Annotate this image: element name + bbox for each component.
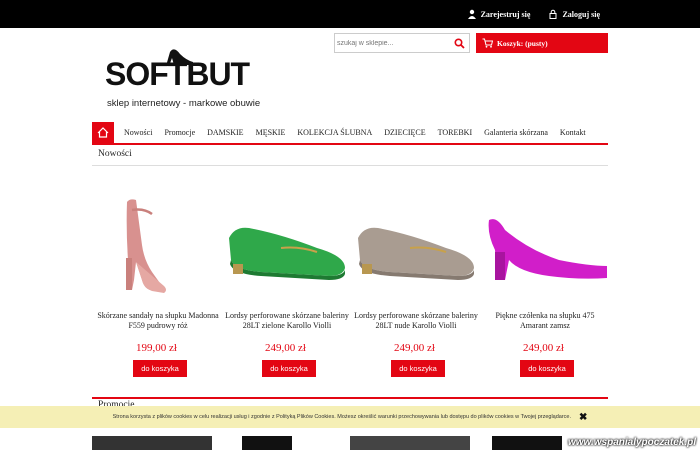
nav-item-meskie[interactable]: MĘSKIE [250, 128, 292, 137]
nav-item-galanteria[interactable]: Galanteria skórzana [478, 128, 554, 137]
cart-icon [482, 38, 493, 48]
home-icon [97, 127, 109, 138]
cookie-banner: Strona korzysta z plików cookies w celu … [0, 406, 700, 428]
product-card: Skórzane sandały na słupku Madonna F559 … [92, 180, 221, 385]
search-input[interactable] [337, 36, 447, 50]
product-card: Piękne czółenka na słupku 475 Amarant za… [479, 180, 608, 385]
product-card: Lordsy perforowane skórzane baleriny 28L… [221, 180, 350, 385]
nav-item-promocje[interactable]: Promocje [158, 128, 201, 137]
product-name[interactable]: Lordsy perforowane skórzane baleriny 28L… [225, 311, 349, 331]
product-name[interactable]: Skórzane sandały na słupku Madonna F559 … [96, 311, 220, 331]
search-icon[interactable] [454, 38, 465, 49]
product-image-magenta-pump[interactable] [479, 190, 608, 300]
account-links: Zarejestruj się Zaloguj się [467, 0, 600, 28]
product-price: 249,00 zł [265, 342, 306, 354]
cookie-text: Strona korzysta z plików cookies w celu … [112, 414, 572, 420]
logo-text: SOFTBUT [105, 56, 250, 92]
add-to-cart-button[interactable]: do koszyka [391, 360, 445, 377]
login-link[interactable]: Zaloguj się [548, 9, 600, 19]
lock-icon [549, 9, 557, 19]
product-name[interactable]: Piękne czółenka na słupku 475 Amarant za… [483, 311, 607, 331]
promo-products-preview [92, 436, 562, 450]
product-card: Lordsy perforowane skórzane baleriny 28L… [350, 180, 479, 385]
user-icon [467, 9, 476, 19]
nav-item-damskie[interactable]: DAMSKIE [201, 128, 249, 137]
product-name[interactable]: Lordsy perforowane skórzane baleriny 28L… [354, 311, 478, 331]
add-to-cart-button[interactable]: do koszyka [133, 360, 187, 377]
top-bar: Zarejestruj się Zaloguj się [0, 0, 700, 28]
register-link[interactable]: Zarejestruj się [467, 9, 531, 19]
login-label: Zaloguj się [562, 9, 600, 19]
nav-item-nowosci[interactable]: Nowości [118, 128, 158, 137]
logo[interactable]: SOFTBUT sklep internetowy - markowe obuw… [105, 44, 275, 114]
register-label: Zarejestruj się [480, 9, 531, 19]
product-list: Skórzane sandały na słupku Madonna F559 … [92, 180, 608, 385]
product-price: 249,00 zł [523, 342, 564, 354]
main-nav: Nowości Promocje DAMSKIE MĘSKIE KOLEKCJA… [92, 122, 608, 145]
product-price: 199,00 zł [136, 342, 177, 354]
product-image-sandal[interactable] [92, 190, 221, 300]
nav-item-torebki[interactable]: TOREBKI [432, 128, 479, 137]
nav-item-kolekcja-slubna[interactable]: KOLEKCJA ŚLUBNA [291, 128, 378, 137]
watermark: www.wspanialypoczatek.pl [568, 437, 696, 448]
add-to-cart-button[interactable]: do koszyka [262, 360, 316, 377]
nav-item-dzieciece[interactable]: DZIECIĘCE [378, 128, 431, 137]
search-box [334, 33, 470, 53]
product-price: 249,00 zł [394, 342, 435, 354]
logo-tagline: sklep internetowy - markowe obuwie [107, 98, 261, 109]
add-to-cart-button[interactable]: do koszyka [520, 360, 574, 377]
cart-button[interactable]: Koszyk: (pusty) [476, 33, 608, 53]
product-image-green-loafer[interactable] [221, 190, 350, 300]
product-image-nude-loafer[interactable] [350, 190, 479, 300]
close-icon[interactable]: ✖ [579, 412, 587, 423]
home-button[interactable] [92, 122, 114, 143]
cart-label: Koszyk: (pusty) [497, 38, 548, 48]
nav-item-kontakt[interactable]: Kontakt [554, 128, 592, 137]
section-title-new: Nowości [92, 149, 608, 166]
